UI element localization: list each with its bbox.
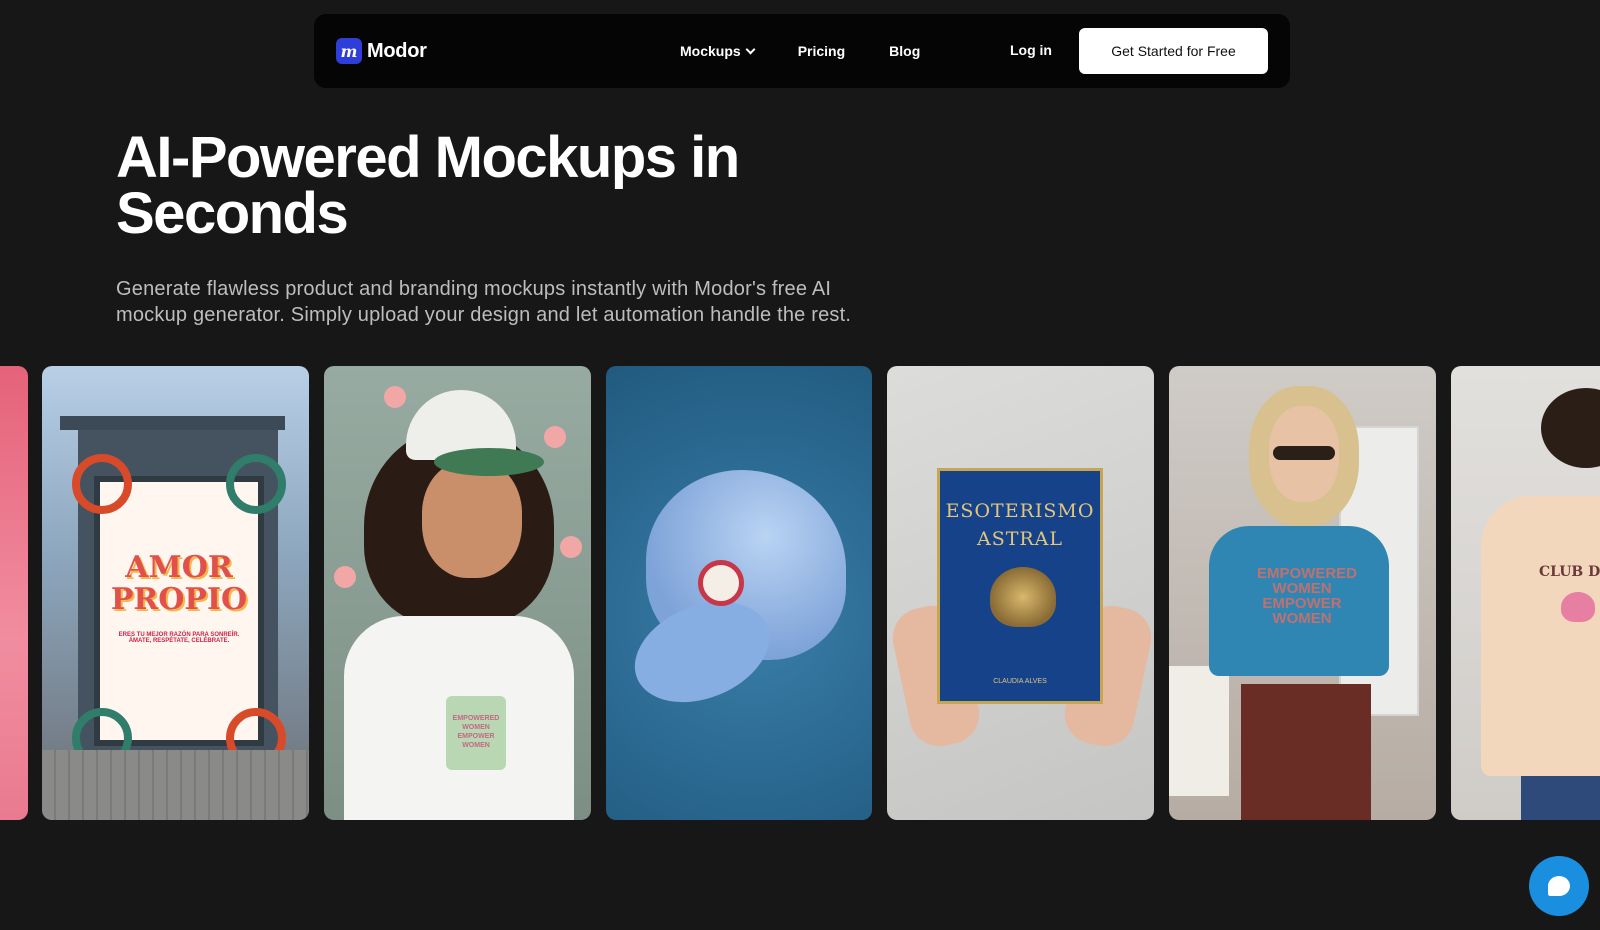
- mockup-card-blue-cap[interactable]: [606, 366, 872, 820]
- flower-decoration: [384, 386, 406, 408]
- poster-tagline: ERES TU MEJOR RAZÓN PARA SONREÍR. ÁMATE,…: [118, 632, 240, 644]
- mockup-card-sweater[interactable]: CLUB D: [1451, 366, 1600, 820]
- sweater-print: CLUB D: [1539, 564, 1600, 580]
- mockup-card-woman-mug[interactable]: EMPOWERED WOMEN EMPOWER WOMEN: [324, 366, 591, 820]
- hero-subtitle: Generate flawless product and branding m…: [116, 276, 976, 328]
- flower-decoration: [334, 566, 356, 588]
- get-started-button[interactable]: Get Started for Free: [1079, 28, 1268, 74]
- hero-subtitle-line1: Generate flawless product and branding m…: [116, 278, 832, 300]
- nav-item-label: Mockups: [680, 43, 741, 59]
- poster-title-line2: PROPIO: [110, 582, 248, 617]
- chat-launcher-button[interactable]: [1529, 856, 1589, 916]
- hero-title-line2: Seconds: [116, 181, 349, 246]
- mockup-card-book[interactable]: ESOTERISMO ASTRAL CLAUDIA ALVES: [887, 366, 1154, 820]
- pavement: [42, 750, 309, 820]
- nav-item-label: Blog: [889, 43, 921, 59]
- green-mug: EMPOWERED WOMEN EMPOWER WOMEN: [446, 696, 506, 770]
- top-navbar: m Modor Mockups Pricing Blog Log in Get …: [314, 14, 1290, 88]
- nav-item-label: Pricing: [797, 43, 846, 59]
- modor-logo-icon: m: [336, 38, 362, 64]
- dark-hair: [1541, 388, 1600, 468]
- tee-print: EMPOWERED WOMEN EMPOWER WOMEN: [1257, 566, 1357, 627]
- blue-tshirt: EMPOWERED WOMEN EMPOWER WOMEN: [1209, 526, 1389, 676]
- poster-title-line1: AMOR: [125, 550, 233, 585]
- moth-illustration: [990, 567, 1056, 627]
- jeans: [1521, 776, 1600, 820]
- tee-line: WOMEN: [1272, 610, 1332, 627]
- cap-patch: [698, 560, 744, 606]
- book-title-line2: ASTRAL: [976, 528, 1064, 550]
- poster-title: AMOR PROPIO: [100, 552, 258, 616]
- sofa: [1169, 666, 1229, 796]
- amor-propio-poster: AMOR PROPIO ERES TU MEJOR RAZÓN PARA SON…: [72, 454, 286, 768]
- flower-decoration: [560, 536, 582, 558]
- mug-print: EMPOWERED WOMEN EMPOWER WOMEN: [452, 715, 500, 749]
- hero-subtitle-line2: mockup generator. Simply upload your des…: [116, 304, 852, 326]
- nav-item-mockups[interactable]: Mockups: [680, 43, 756, 59]
- mockup-card-bus-shelter[interactable]: AMOR PROPIO ERES TU MEJOR RAZÓN PARA SON…: [42, 366, 309, 820]
- peach-sweater: CLUB D: [1481, 496, 1600, 776]
- shelter-roof: [60, 416, 285, 430]
- mockup-card-blue-tshirt[interactable]: EMPOWERED WOMEN EMPOWER WOMEN: [1169, 366, 1436, 820]
- book-title: ESOTERISMO ASTRAL: [940, 497, 1100, 553]
- nav-item-blog[interactable]: Blog: [889, 43, 920, 59]
- brand-name: Modor: [367, 39, 427, 62]
- nav-links: Mockups Pricing Blog: [680, 14, 964, 88]
- nav-item-pricing[interactable]: Pricing: [798, 43, 845, 59]
- book-title-line1: ESOTERISMO: [945, 500, 1095, 522]
- burgundy-pants: [1241, 684, 1371, 820]
- sunglasses: [1273, 446, 1335, 460]
- face: [422, 460, 522, 578]
- cap-brim: [434, 448, 544, 476]
- mockup-card-partial-left[interactable]: [0, 366, 28, 820]
- hero-title: AI-Powered Mockups in Seconds: [116, 129, 916, 243]
- login-link[interactable]: Log in: [1010, 42, 1052, 58]
- chat-bubble-icon: [1548, 876, 1570, 896]
- landing-page: m Modor Mockups Pricing Blog Log in Get …: [0, 0, 1600, 930]
- poster-arc-decoration: [226, 454, 286, 514]
- esoterismo-book: ESOTERISMO ASTRAL CLAUDIA ALVES: [937, 468, 1103, 704]
- poster-arc-decoration: [72, 454, 132, 514]
- chevron-down-icon: [745, 44, 756, 54]
- book-author: CLAUDIA ALVES: [993, 678, 1047, 685]
- brand-logo[interactable]: m Modor: [336, 38, 427, 64]
- flower-decoration: [544, 426, 566, 448]
- heart-illustration: [1561, 592, 1595, 622]
